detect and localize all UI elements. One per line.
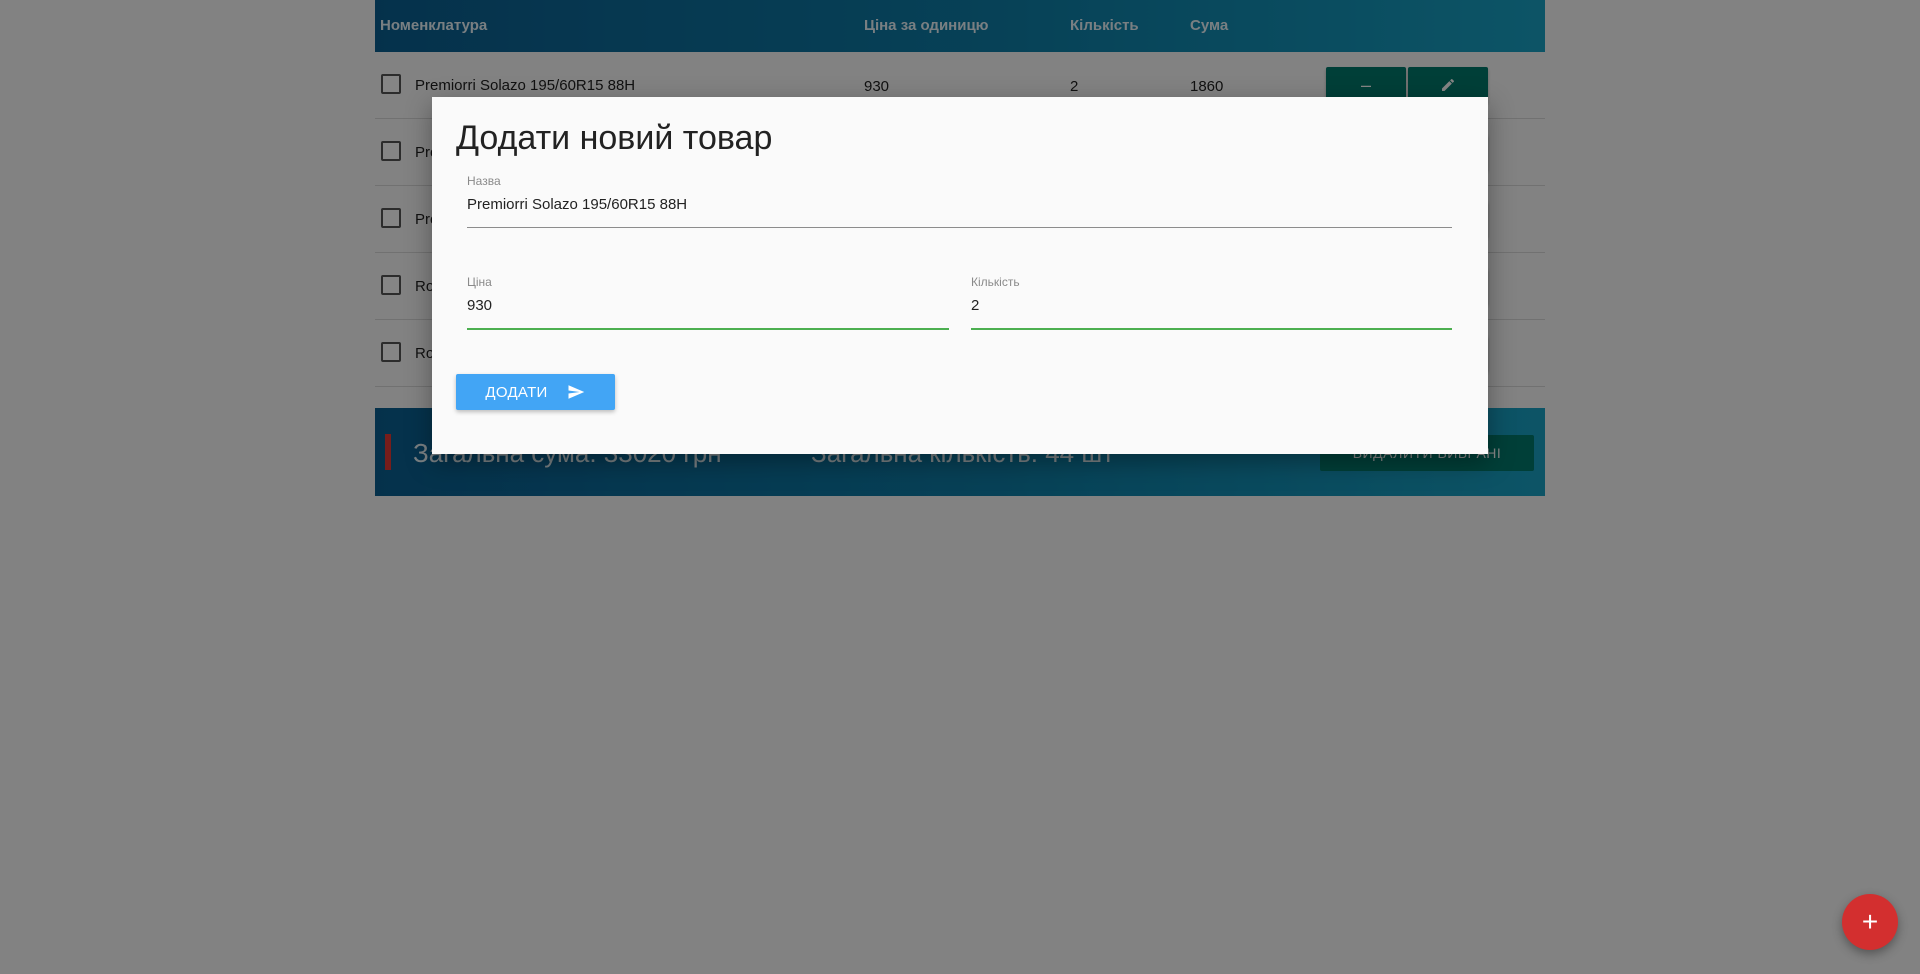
add-fab-button[interactable]: + <box>1842 894 1898 950</box>
qty-label: Кількість <box>971 275 1020 289</box>
plus-icon: + <box>1861 906 1879 937</box>
add-button[interactable]: ДОДАТИ <box>456 374 615 410</box>
name-label: Назва <box>467 174 501 188</box>
dialog-title: Додати новий товар <box>456 119 773 157</box>
price-field: Ціна <box>467 275 949 330</box>
qty-field: Кількість <box>971 275 1452 330</box>
name-input[interactable] <box>467 196 1452 227</box>
add-item-dialog: Додати новий товар Назва Ціна Кількість … <box>432 97 1488 454</box>
page: Номенклатура Ціна за одиницю Кількість С… <box>0 0 1920 974</box>
send-icon <box>568 385 584 399</box>
qty-input[interactable] <box>971 297 1452 328</box>
price-label: Ціна <box>467 275 492 289</box>
add-button-label: ДОДАТИ <box>485 383 548 401</box>
price-input[interactable] <box>467 297 949 328</box>
name-field: Назва <box>467 174 1452 228</box>
